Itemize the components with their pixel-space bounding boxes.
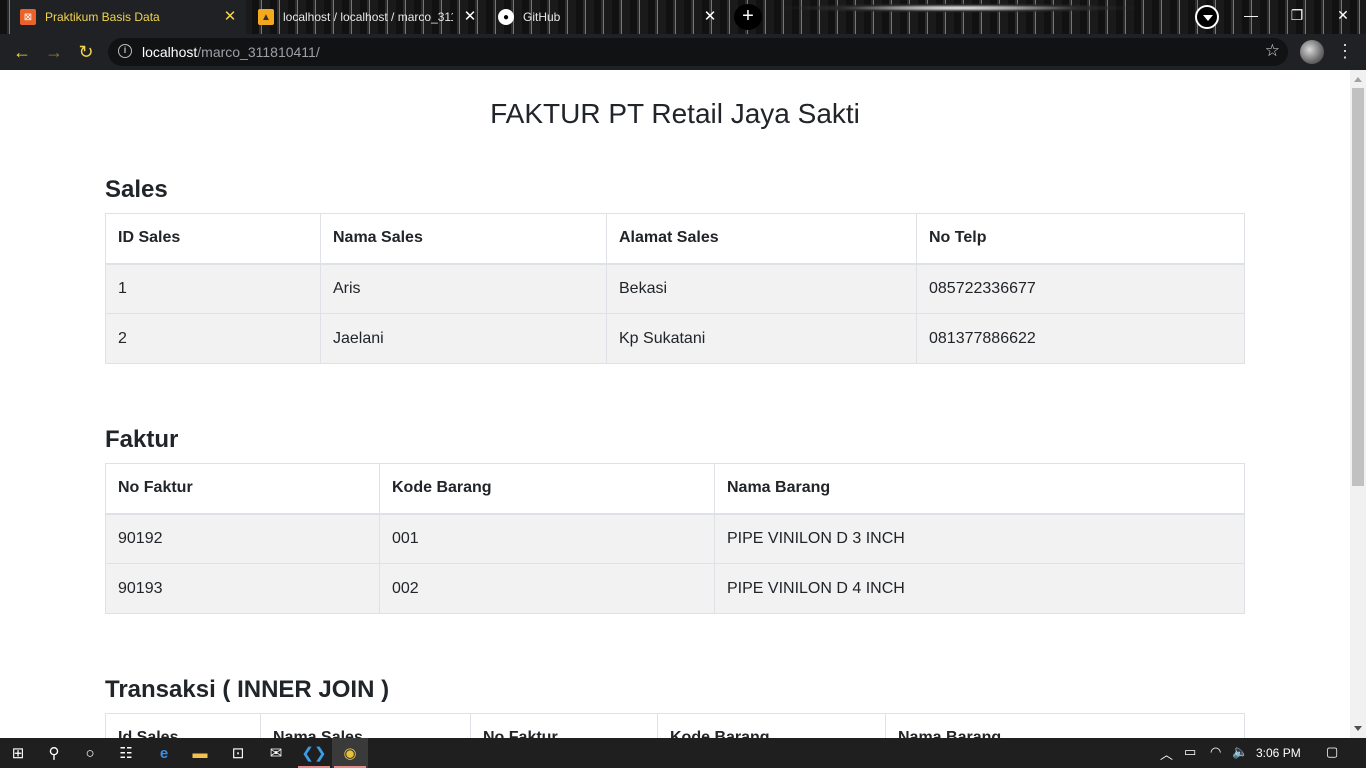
search-icon[interactable]: ⚲	[36, 738, 72, 768]
forward-icon[interactable]: →	[42, 40, 66, 64]
store-icon[interactable]: ⊡	[220, 738, 256, 768]
column-header: Kode Barang	[657, 713, 886, 738]
tab-title: Praktikum Basis Data	[45, 10, 160, 24]
table-row: 90193 002 PIPE VINILON D 4 INCH	[105, 563, 1245, 614]
phpmyadmin-icon: ▲	[258, 9, 274, 25]
table-cell: Jaelani	[320, 313, 607, 364]
sales-heading: Sales	[105, 176, 168, 203]
chrome-icon[interactable]: ◉	[332, 738, 368, 768]
transaksi-table: Id Sales Nama Sales No Faktur Kode Baran…	[105, 713, 1245, 738]
task-view-icon[interactable]: ☷	[108, 738, 144, 768]
table-cell: 1	[105, 263, 321, 314]
scroll-down-icon[interactable]	[1354, 726, 1362, 731]
xampp-icon: ⊠	[20, 9, 36, 25]
table-cell: 081377886622	[916, 313, 1245, 364]
table-row: 90192 001 PIPE VINILON D 3 INCH	[105, 513, 1245, 564]
windows-taskbar: ⊞ ⚲ ○ ☷ e ▬ ⊡ ✉ ❮❯ ◉ ︿ ▭ ◠ 🔈 3:06 PM ▢	[0, 738, 1366, 768]
column-header: No Faktur	[470, 713, 658, 738]
chrome-menu-icon[interactable]: ⋮	[1336, 40, 1354, 64]
browser-toolbar: ← → ↻ i localhost/marco_311810411/ ☆ ⋮	[0, 34, 1366, 70]
new-tab-button[interactable]: +	[734, 4, 762, 30]
table-cell: Aris	[320, 263, 607, 314]
tab-search-icon[interactable]	[1195, 5, 1219, 29]
address-bar[interactable]: i localhost/marco_311810411/ ☆	[108, 38, 1288, 66]
column-header: Kode Barang	[379, 463, 715, 515]
maximize-icon[interactable]: ❐	[1274, 0, 1320, 32]
table-cell: Bekasi	[606, 263, 917, 314]
reload-icon[interactable]: ↻	[74, 40, 98, 64]
back-icon[interactable]: ←	[10, 40, 34, 64]
table-cell: Kp Sukatani	[606, 313, 917, 364]
faktur-heading: Faktur	[105, 426, 179, 453]
column-header: No Telp	[916, 213, 1245, 265]
scroll-up-icon[interactable]	[1354, 77, 1362, 82]
windows-start-icon[interactable]: ⊞	[0, 738, 36, 768]
url-path: /marco_311810411/	[197, 44, 320, 60]
column-header: Nama Sales	[320, 213, 607, 265]
action-center-icon[interactable]: ▢	[1326, 744, 1338, 760]
bookmark-star-icon[interactable]: ☆	[1265, 41, 1280, 61]
close-tab-icon[interactable]: ✕	[702, 9, 718, 25]
tab-strip: ⊠ Praktikum Basis Data ✕ ▲ localhost / l…	[0, 0, 1366, 34]
tab-title: GitHub	[523, 10, 561, 24]
column-header: Alamat Sales	[606, 213, 917, 265]
column-header: Nama Sales	[260, 713, 471, 738]
cortana-icon[interactable]: ○	[72, 738, 108, 768]
tab-praktikum[interactable]: ⊠ Praktikum Basis Data ✕	[10, 0, 246, 34]
table-cell: 085722336677	[916, 263, 1245, 314]
url-host: localhost	[142, 44, 198, 60]
table-header-row: No Faktur Kode Barang Nama Barang	[105, 463, 1245, 515]
table-cell: 001	[379, 513, 715, 564]
edge-icon[interactable]: e	[146, 738, 182, 768]
faktur-table: No Faktur Kode Barang Nama Barang 90192 …	[105, 463, 1245, 614]
taskbar-clock[interactable]: 3:06 PM	[1256, 746, 1301, 760]
minimize-icon[interactable]: —	[1228, 0, 1274, 32]
table-cell: PIPE VINILON D 4 INCH	[714, 563, 1245, 614]
show-hidden-icons-icon[interactable]: ︿	[1160, 744, 1173, 763]
column-header: No Faktur	[105, 463, 380, 515]
close-tab-icon[interactable]: ✕	[462, 9, 478, 25]
transaksi-heading: Transaksi ( INNER JOIN )	[105, 676, 390, 703]
github-icon: ●	[498, 9, 514, 25]
table-cell: 90193	[105, 563, 380, 614]
vertical-scrollbar[interactable]	[1350, 70, 1366, 738]
scrollbar-thumb[interactable]	[1352, 88, 1364, 486]
table-header-row: ID Sales Nama Sales Alamat Sales No Telp	[105, 213, 1245, 265]
table-cell: 90192	[105, 513, 380, 564]
table-cell: PIPE VINILON D 3 INCH	[714, 513, 1245, 564]
close-window-icon[interactable]: ✕	[1320, 0, 1366, 32]
wifi-icon[interactable]: ◠	[1210, 744, 1221, 760]
table-cell: 2	[105, 313, 321, 364]
tab-github[interactable]: ● GitHub ✕	[488, 0, 726, 34]
column-header: Nama Barang	[714, 463, 1245, 515]
page-viewport: FAKTUR PT Retail Jaya Sakti Sales ID Sal…	[0, 70, 1350, 738]
column-header: ID Sales	[105, 213, 321, 265]
url-text[interactable]: localhost/marco_311810411/	[142, 44, 320, 60]
table-cell: 002	[379, 563, 715, 614]
table-row: 1 Aris Bekasi 085722336677	[105, 263, 1245, 314]
volume-icon[interactable]: 🔈	[1232, 744, 1248, 760]
tab-title: localhost / localhost / marco_311	[283, 10, 453, 24]
file-explorer-icon[interactable]: ▬	[182, 738, 218, 768]
sales-table: ID Sales Nama Sales Alamat Sales No Telp…	[105, 213, 1245, 364]
battery-icon[interactable]: ▭	[1184, 744, 1196, 760]
site-info-icon[interactable]: i	[118, 44, 132, 58]
vscode-icon[interactable]: ❮❯	[296, 738, 332, 768]
close-tab-icon[interactable]: ✕	[222, 9, 238, 25]
profile-avatar[interactable]	[1300, 40, 1324, 64]
mail-icon[interactable]: ✉	[258, 738, 294, 768]
table-header-row: Id Sales Nama Sales No Faktur Kode Baran…	[105, 713, 1245, 738]
tab-phpmyadmin[interactable]: ▲ localhost / localhost / marco_311 ✕	[248, 0, 486, 34]
page-title: FAKTUR PT Retail Jaya Sakti	[490, 98, 860, 129]
column-header: Id Sales	[105, 713, 261, 738]
table-row: 2 Jaelani Kp Sukatani 081377886622	[105, 313, 1245, 364]
column-header: Nama Barang	[885, 713, 1245, 738]
